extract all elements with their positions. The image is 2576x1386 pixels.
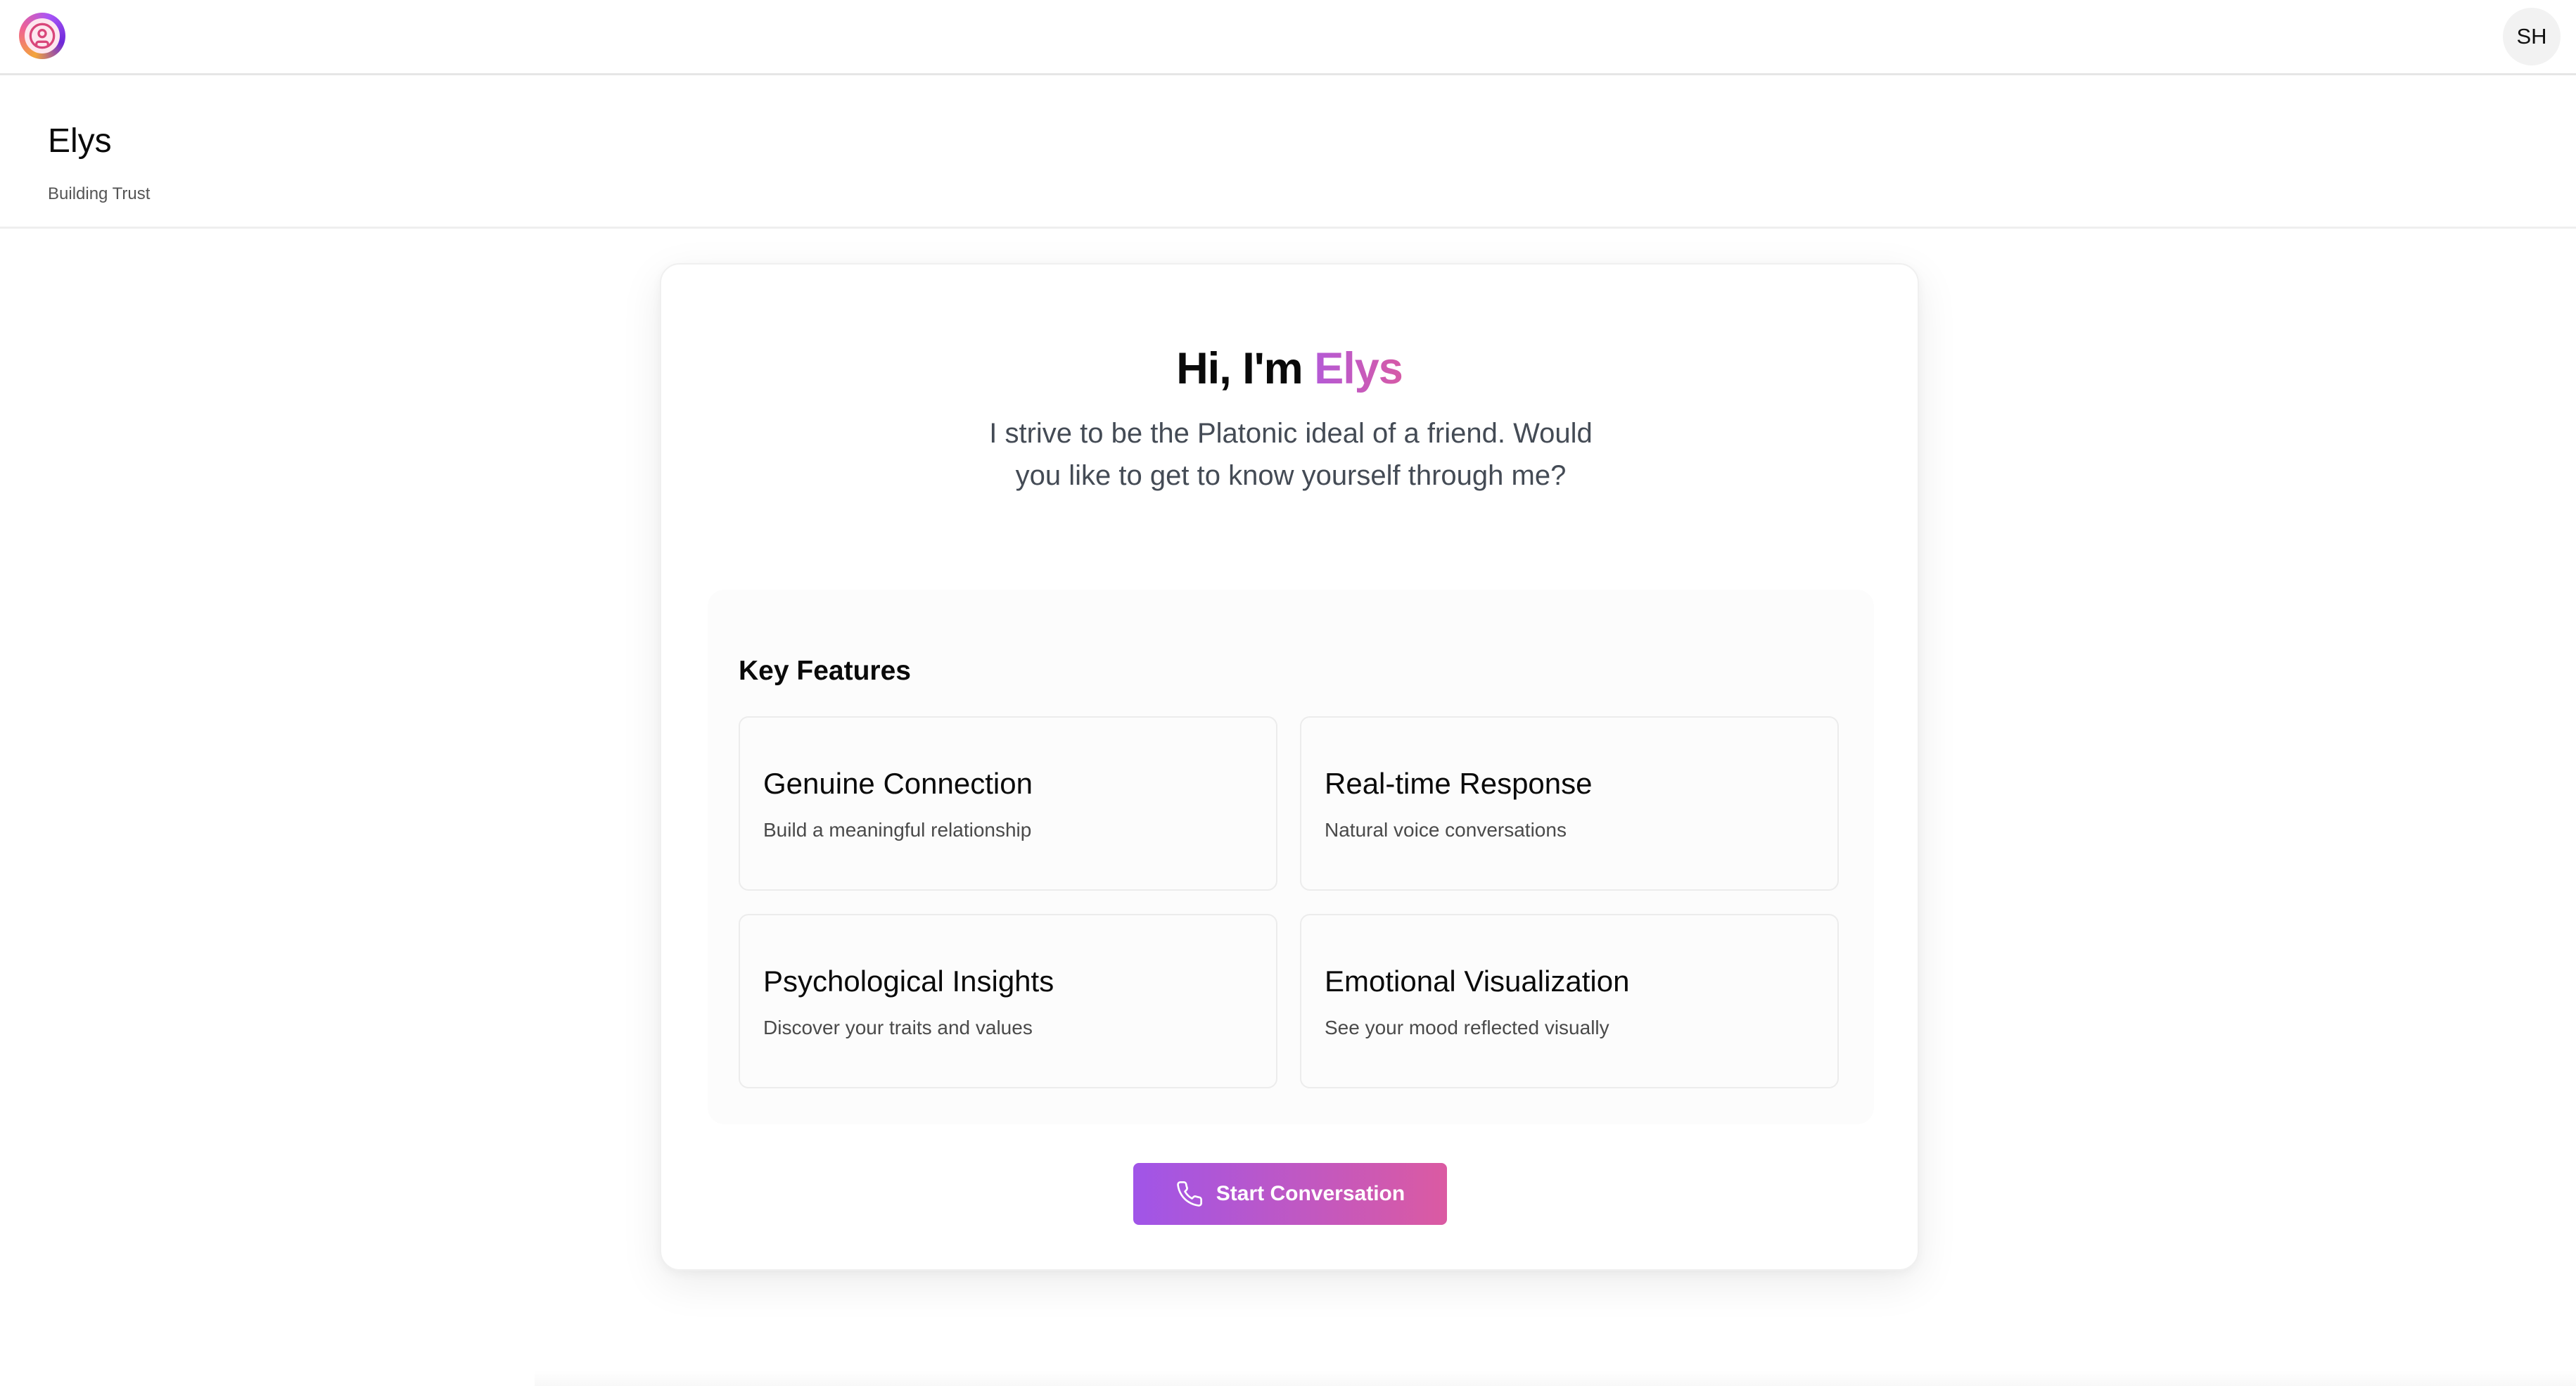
feature-description: Build a meaningful relationship (763, 819, 1032, 841)
feature-card-emotional-visualization: Emotional Visualization See your mood re… (1300, 914, 1839, 1088)
feature-description: Discover your traits and values (763, 1017, 1033, 1038)
key-features-panel: Key Features Genuine Connection Build a … (708, 590, 1874, 1124)
start-conversation-button[interactable]: Start Conversation (1133, 1163, 1447, 1225)
phone-icon (1175, 1180, 1204, 1208)
feature-card-genuine-connection: Genuine Connection Build a meaningful re… (739, 716, 1277, 891)
page-header: Elys Building Trust (0, 75, 2576, 229)
feature-title: Genuine Connection (763, 767, 1033, 800)
key-features-heading: Key Features (739, 656, 911, 686)
feature-card-real-time-response: Real-time Response Natural voice convers… (1300, 716, 1839, 891)
hero-description: I strive to be the Platonic ideal of a f… (989, 418, 1593, 491)
page-subtitle: Building Trust (48, 184, 151, 203)
hero-name: Elys (1314, 344, 1403, 393)
feature-title: Real-time Response (1325, 767, 1593, 800)
feature-description: See your mood reflected visually (1325, 1017, 1609, 1038)
hero-greeting: Hi, I'm (1176, 344, 1315, 393)
user-avatar[interactable]: SH (2503, 8, 2561, 65)
app-logo[interactable] (19, 13, 65, 59)
feature-title: Psychological Insights (763, 965, 1054, 998)
start-conversation-label: Start Conversation (1216, 1182, 1405, 1205)
intro-card: Hi, I'm Elys I strive to be the Platonic… (660, 263, 1919, 1271)
user-circle-icon (25, 18, 60, 53)
hero-title: Hi, I'm Elys (661, 343, 1918, 394)
bottom-band (535, 1371, 2576, 1386)
feature-description: Natural voice conversations (1325, 819, 1567, 841)
feature-card-psychological-insights: Psychological Insights Discover your tra… (739, 914, 1277, 1088)
feature-title: Emotional Visualization (1325, 965, 1630, 998)
page-title: Elys (48, 122, 112, 160)
top-bar: SH (0, 0, 2576, 75)
